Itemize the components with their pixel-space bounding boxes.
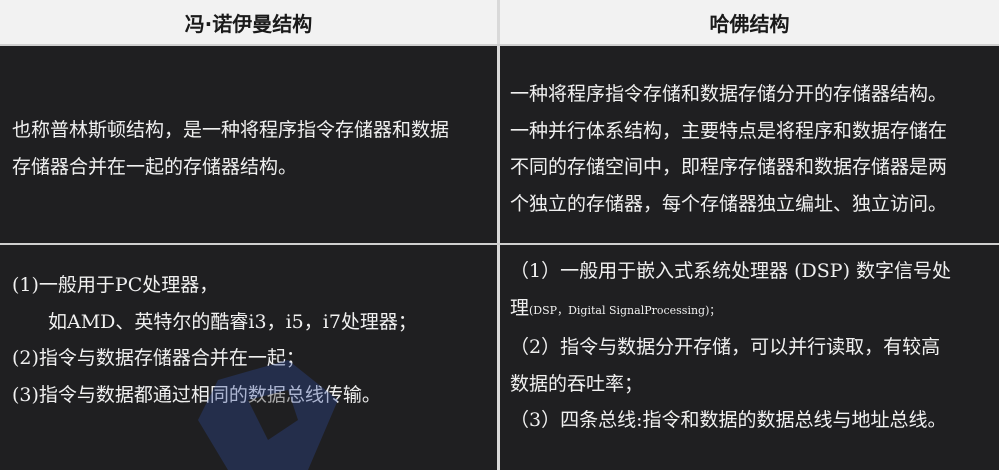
text-line: 一种并行体系结构，主要特点是将程序和数据存储在 bbox=[510, 119, 948, 142]
comparison-table: 冯·诺伊曼结构 哈佛结构 也称普林斯顿结构，是一种将程序指令存储器和数据 存储器… bbox=[0, 0, 999, 470]
header-von-neumann: 冯·诺伊曼结构 bbox=[0, 0, 497, 44]
text-line: 一种将程序指令存储和数据存储分开的存储器结构。 bbox=[510, 83, 948, 105]
text-line: 也称普林斯顿结构，是一种将程序指令存储器和数据 bbox=[12, 119, 450, 141]
row-divider-header bbox=[0, 44, 999, 46]
text-line: 个独立的存储器，每个存储器独立编址、独立访问。 bbox=[510, 192, 948, 215]
harvard-definition: 一种将程序指令存储和数据存储分开的存储器结构。 一种并行体系结构，主要特点是将程… bbox=[510, 76, 947, 222]
von-neumann-definition: 也称普林斯顿结构，是一种将程序指令存储器和数据 存储器合并在一起的存储器结构。 bbox=[12, 112, 449, 185]
text-line: （1）一般用于嵌入式系统处理器 (DSP) 数字信号处 bbox=[510, 260, 952, 282]
text-line: 不同的存储空间中，即程序存储器和数据存储器是两 bbox=[510, 156, 948, 178]
harvard-features: （1）一般用于嵌入式系统处理器 (DSP) 数字信号处 理(DSP，Digita… bbox=[510, 253, 951, 439]
text-line: 存储器合并在一起的存储器结构。 bbox=[12, 155, 298, 178]
column-divider bbox=[497, 0, 500, 470]
row-divider-middle bbox=[0, 243, 999, 245]
text-line: 理(DSP，Digital SignalProcessing)； bbox=[510, 290, 951, 330]
text-line: （3）四条总线:指令和数据的数据总线与地址总线。 bbox=[510, 409, 947, 431]
text-line: 如AMD、英特尔的酷睿i3，i5，i7处理器； bbox=[48, 310, 417, 333]
text-span-small: (DSP，Digital SignalProcessing)； bbox=[529, 303, 721, 317]
header-harvard: 哈佛结构 bbox=[500, 0, 999, 44]
watermark-logo-icon bbox=[198, 360, 338, 470]
text-span: 理 bbox=[510, 296, 530, 319]
text-line: 数据的吞吐率； bbox=[510, 372, 644, 395]
text-line: (1)一般用于PC处理器， bbox=[12, 274, 219, 296]
text-line: （2）指令与数据分开存储，可以并行读取，有较高 bbox=[510, 336, 941, 358]
